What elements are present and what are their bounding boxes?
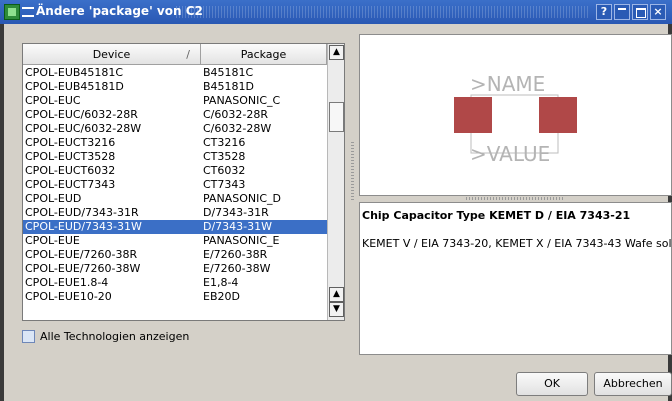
pad-left <box>454 97 492 133</box>
package-preview: >NAME >VALUE <box>359 34 672 196</box>
scroll-down-button[interactable]: ▼ <box>329 302 344 317</box>
window-border-left <box>0 24 4 401</box>
table-row[interactable]: CPOL-EUD/7343-31R D/7343-31R <box>23 206 327 220</box>
table-row[interactable]: CPOL-EUC/6032-28R C/6032-28R <box>23 108 327 122</box>
device-cell: CPOL-EUD/7343-31W <box>25 220 142 233</box>
device-cell: CPOL-EUD/7343-31R <box>25 206 139 219</box>
table-row[interactable]: CPOL-EUE/7260-38W E/7260-38W <box>23 262 327 276</box>
device-cell: CPOL-EUC/6032-28W <box>25 122 142 135</box>
column-header-device[interactable]: Device / <box>23 44 201 65</box>
package-cell: PANASONIC_E <box>203 234 280 247</box>
description-panel: Chip Capacitor Type KEMET D / EIA 7343-2… <box>359 202 672 355</box>
vertical-splitter[interactable] <box>351 140 354 200</box>
title-bar-texture <box>176 6 588 18</box>
table-row[interactable]: CPOL-EUCT7343 CT7343 <box>23 178 327 192</box>
package-cell: E/7260-38W <box>203 262 271 275</box>
table-row[interactable]: CPOL-EUCT3216 CT3216 <box>23 136 327 150</box>
package-cell: EB20D <box>203 290 240 303</box>
table-row[interactable]: CPOL-EUB45181D B45181D <box>23 80 327 94</box>
table-row[interactable]: CPOL-EUE PANASONIC_E <box>23 234 327 248</box>
table-row[interactable]: CPOL-EUE10-20 EB20D <box>23 290 327 304</box>
package-cell: E1,8-4 <box>203 276 239 289</box>
show-all-technologies-label[interactable]: Alle Technologien anzeigen <box>40 330 189 343</box>
package-cell: CT3528 <box>203 150 246 163</box>
table-header: Device / Package <box>23 44 327 66</box>
horizontal-splitter[interactable] <box>466 197 564 200</box>
package-cell: C/6032-28R <box>203 108 268 121</box>
device-cell: CPOL-EUB45181C <box>25 66 124 79</box>
package-cell: CT6032 <box>203 164 246 177</box>
scroll-up-button-bottom[interactable]: ▲ <box>329 287 344 302</box>
help-button[interactable]: ? <box>596 4 612 20</box>
name-placeholder: >NAME <box>470 72 545 96</box>
show-all-technologies-checkbox[interactable] <box>22 330 35 343</box>
cancel-button[interactable]: Abbrechen <box>594 372 672 396</box>
table-vertical-scrollbar[interactable]: ▲ ▲ ▼ <box>327 44 344 320</box>
table-row[interactable]: CPOL-EUC/6032-28W C/6032-28W <box>23 122 327 136</box>
device-cell: CPOL-EUD <box>25 192 82 205</box>
device-cell: CPOL-EUCT3528 <box>25 150 116 163</box>
device-cell: CPOL-EUCT7343 <box>25 178 116 191</box>
table-row[interactable]: CPOL-EUB45181C B45181C <box>23 66 327 80</box>
column-header-device-label: Device <box>92 48 131 61</box>
table-row[interactable]: CPOL-EUC PANASONIC_C <box>23 94 327 108</box>
scroll-up-button[interactable]: ▲ <box>329 45 344 60</box>
package-cell: CT7343 <box>203 178 246 191</box>
table-row[interactable]: CPOL-EUE1.8-4 E1,8-4 <box>23 276 327 290</box>
device-cell: CPOL-EUCT3216 <box>25 136 116 149</box>
package-cell: CT3216 <box>203 136 246 149</box>
package-cell: PANASONIC_C <box>203 94 281 107</box>
package-cell: B45181C <box>203 66 254 79</box>
package-cell: PANASONIC_D <box>203 192 281 205</box>
value-placeholder: >VALUE <box>470 142 550 166</box>
device-package-table[interactable]: Device / Package CPOL-EUB45181C B45181C CP… <box>22 43 345 321</box>
pad-right <box>539 97 577 133</box>
package-cell: B45181D <box>203 80 255 93</box>
table-row[interactable]: CPOL-EUD/7343-31W D/7343-31W <box>23 220 327 234</box>
device-cell: CPOL-EUC/6032-28R <box>25 108 138 121</box>
title-bar[interactable]: Ändere 'package' von C2 ? × <box>0 0 672 24</box>
device-cell: CPOL-EUB45181D <box>25 80 124 93</box>
package-cell: D/7343-31W <box>203 220 273 233</box>
device-cell: CPOL-EUCT6032 <box>25 164 116 177</box>
package-cell: C/6032-28W <box>203 122 272 135</box>
device-cell: CPOL-EUE1.8-4 <box>25 276 109 289</box>
table-row[interactable]: CPOL-EUD PANASONIC_D <box>23 192 327 206</box>
device-cell: CPOL-EUE/7260-38R <box>25 248 138 261</box>
maximize-button[interactable] <box>632 4 648 20</box>
sort-indicator-icon: / <box>186 48 190 61</box>
scroll-thumb[interactable] <box>329 102 344 132</box>
package-cell: D/7343-31R <box>203 206 269 219</box>
app-icon <box>4 4 20 20</box>
package-cell: E/7260-38R <box>203 248 268 261</box>
drag-grip-icon <box>22 7 34 17</box>
table-row[interactable]: CPOL-EUCT3528 CT3528 <box>23 150 327 164</box>
column-header-package-label: Package <box>240 48 287 61</box>
close-button[interactable]: × <box>650 4 666 20</box>
column-header-package[interactable]: Package <box>201 44 327 65</box>
description-title: Chip Capacitor Type KEMET D / EIA 7343-2… <box>362 209 631 222</box>
table-body: CPOL-EUB45181C B45181C CPOL-EUB45181D B4518… <box>23 66 327 304</box>
table-row[interactable]: CPOL-EUE/7260-38R E/7260-38R <box>23 248 327 262</box>
package-preview-graphic: >NAME >VALUE <box>454 72 577 166</box>
ok-button[interactable]: OK <box>516 372 588 396</box>
table-row[interactable]: CPOL-EUCT6032 CT6032 <box>23 164 327 178</box>
rollup-button[interactable] <box>614 4 630 20</box>
device-cell: CPOL-EUE10-20 <box>25 290 112 303</box>
device-cell: CPOL-EUC <box>25 94 81 107</box>
device-cell: CPOL-EUE <box>25 234 80 247</box>
description-body: KEMET V / EIA 7343-20, KEMET X / EIA 734… <box>362 237 672 250</box>
device-cell: CPOL-EUE/7260-38W <box>25 262 141 275</box>
